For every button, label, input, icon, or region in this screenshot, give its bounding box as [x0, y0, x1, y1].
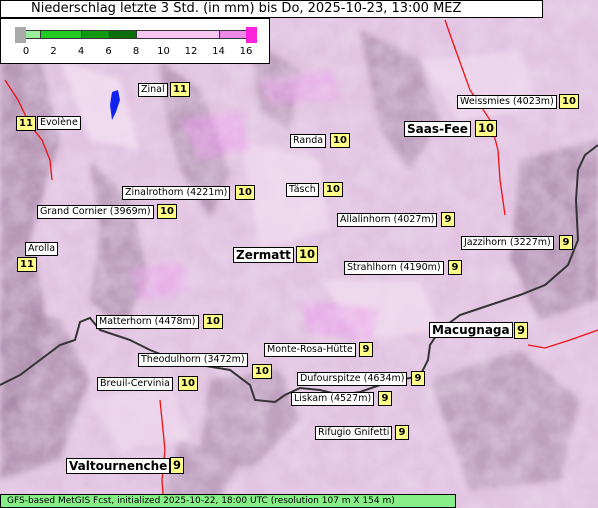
precipitation-map[interactable]: Niederschlag letzte 3 Std. (in mm) bis D… [0, 0, 598, 508]
location-allalinhorn: Allalinhorn (4027m) [337, 213, 438, 227]
value-matterhorn: 10 [203, 314, 223, 329]
location-grand-cornier: Grand Cornier (3969m) [37, 205, 154, 219]
legend-tick-label: 16 [239, 46, 253, 57]
value-monte-rosa-huette: 9 [359, 342, 373, 357]
value-grand-cornier: 10 [157, 204, 177, 219]
legend-segment [81, 30, 109, 39]
location-zinal: Zinal [138, 83, 168, 97]
location-dufourspitze: Dufourspitze (4634m) [297, 372, 408, 386]
value-evolene: 11 [16, 116, 36, 131]
map-title: Niederschlag letzte 3 Std. (in mm) bis D… [0, 0, 543, 18]
legend-segment [108, 30, 136, 39]
value-allalinhorn: 9 [441, 212, 455, 227]
legend-tick-label: 4 [77, 46, 85, 57]
value-theodulhorn: 10 [252, 364, 272, 379]
value-taesch: 10 [323, 182, 343, 197]
legend-tick-label: 0 [22, 46, 30, 57]
value-zinal: 11 [170, 82, 190, 97]
legend-over-swatch [246, 27, 257, 43]
legend-tick-label: 6 [105, 46, 112, 57]
forecast-footer: GFS-based MetGIS Fcst, initialized 2025-… [0, 494, 456, 508]
value-breuil-cervinia: 10 [178, 376, 198, 391]
legend-tick-label: 14 [212, 46, 225, 57]
location-zermatt: Zermatt [233, 247, 294, 263]
location-taesch: Täsch [286, 183, 319, 197]
value-zermatt: 10 [296, 246, 319, 263]
value-liskam: 9 [378, 391, 392, 406]
location-valtournenche: Valtournenche [66, 458, 171, 474]
location-jazzihorn: Jazzihorn (3227m) [461, 236, 554, 250]
location-theodulhorn: Theodulhorn (3472m) [138, 353, 248, 367]
legend-segment [218, 30, 246, 39]
value-saas-fee: 10 [475, 120, 498, 137]
precip-legend: 0 2 4 6 8 10 12 14 16 [0, 18, 270, 64]
location-randa: Randa [290, 134, 327, 148]
value-weissmies: 10 [559, 94, 579, 109]
location-liskam: Liskam (4527m) [291, 392, 375, 406]
location-breuil-cervinia: Breuil-Cervinia [97, 377, 173, 391]
value-valtournenche: 9 [170, 457, 185, 474]
value-macugnaga: 9 [514, 322, 529, 339]
location-saas-fee: Saas-Fee [404, 121, 471, 137]
value-rifugio-gnifetti: 9 [395, 425, 409, 440]
location-matterhorn: Matterhorn (4478m) [96, 315, 199, 329]
location-weissmies: Weissmies (4023m) [457, 95, 557, 109]
location-evolene: Evolène [37, 116, 81, 130]
legend-tick-label: 8 [132, 46, 140, 57]
legend-tick-label: 2 [50, 46, 57, 57]
value-strahlhorn: 9 [448, 260, 462, 275]
legend-segment [26, 30, 40, 39]
legend-tick-label: 12 [184, 46, 198, 57]
value-randa: 10 [330, 133, 350, 148]
value-jazzihorn: 9 [559, 235, 573, 250]
location-rifugio-gnifetti: Rifugio Gnifetti [315, 426, 393, 440]
legend-segment [39, 30, 81, 39]
value-dufourspitze: 9 [411, 371, 425, 386]
value-arolla: 11 [17, 257, 37, 272]
location-zinalrothorn: Zinalrothorn (4221m) [122, 186, 231, 200]
location-strahlhorn: Strahlhorn (4190m) [344, 261, 444, 275]
location-arolla: Arolla [25, 242, 59, 256]
location-macugnaga: Macugnaga [429, 322, 513, 338]
location-monte-rosa-huette: Monte-Rosa-Hütte [264, 343, 356, 357]
legend-tick-label: 10 [157, 46, 170, 57]
value-zinalrothorn: 10 [235, 185, 255, 200]
legend-segment [136, 30, 219, 39]
legend-under-swatch [15, 27, 26, 43]
